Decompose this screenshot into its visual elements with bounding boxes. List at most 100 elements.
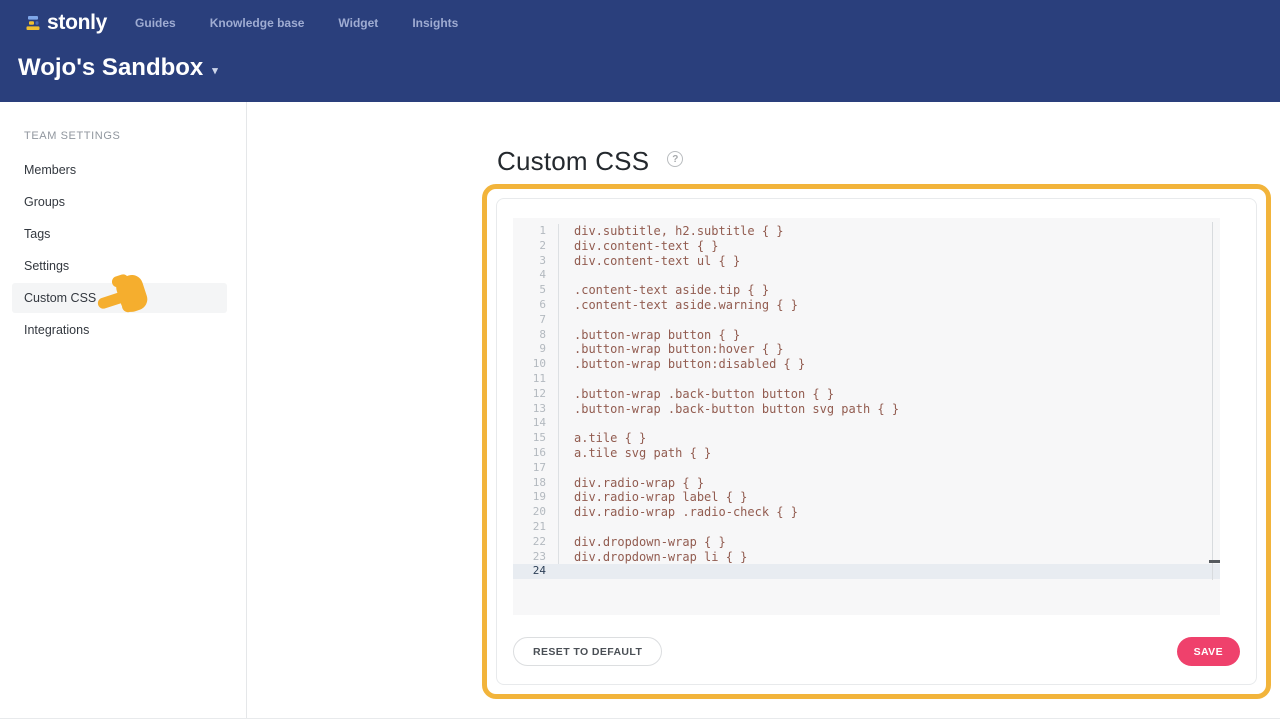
stonly-logo[interactable]: stonly bbox=[24, 11, 107, 35]
code-text bbox=[559, 564, 574, 579]
sidebar-item-label: Members bbox=[24, 163, 76, 177]
code-line[interactable]: 6 .content-text aside.warning { } bbox=[513, 298, 1220, 313]
line-number: 20 bbox=[513, 505, 559, 520]
code-line[interactable]: 24 bbox=[513, 564, 1220, 579]
line-number: 8 bbox=[513, 328, 559, 343]
line-number: 21 bbox=[513, 520, 559, 535]
code-line[interactable]: 18 div.radio-wrap { } bbox=[513, 476, 1220, 491]
code-text: a.tile { } bbox=[559, 431, 646, 446]
editor-footer: RESET TO DEFAULT SAVE bbox=[513, 637, 1240, 666]
code-line[interactable]: 3 div.content-text ul { } bbox=[513, 254, 1220, 269]
code-line[interactable]: 23 div.dropdown-wrap li { } bbox=[513, 550, 1220, 565]
nav-item[interactable]: Insights bbox=[412, 16, 458, 30]
nav-item[interactable]: Guides bbox=[135, 16, 176, 30]
code-line[interactable]: 5 .content-text aside.tip { } bbox=[513, 283, 1220, 298]
code-text bbox=[559, 268, 574, 283]
save-button[interactable]: SAVE bbox=[1177, 637, 1240, 666]
line-number: 24 bbox=[513, 564, 559, 579]
code-text: div.content-text { } bbox=[559, 239, 719, 254]
stonly-logo-icon bbox=[24, 15, 42, 31]
css-code-editor[interactable]: 1 div.subtitle, h2.subtitle { } 2 div.co… bbox=[513, 218, 1220, 615]
line-number: 3 bbox=[513, 254, 559, 269]
code-text: .button-wrap button:hover { } bbox=[559, 342, 784, 357]
code-line[interactable]: 8 .button-wrap button { } bbox=[513, 328, 1220, 343]
line-number: 16 bbox=[513, 446, 559, 461]
sidebar-item[interactable]: Members bbox=[12, 155, 227, 185]
page-title: Custom CSS bbox=[497, 146, 649, 177]
logo-text: stonly bbox=[47, 11, 107, 35]
code-line[interactable]: 12 .button-wrap .back-button button { } bbox=[513, 387, 1220, 402]
custom-css-card: 1 div.subtitle, h2.subtitle { } 2 div.co… bbox=[496, 198, 1257, 685]
code-line[interactable]: 22 div.dropdown-wrap { } bbox=[513, 535, 1220, 550]
code-text bbox=[559, 372, 574, 387]
code-text: div.dropdown-wrap li { } bbox=[559, 550, 747, 565]
code-text bbox=[559, 520, 574, 535]
code-line[interactable]: 20 div.radio-wrap .radio-check { } bbox=[513, 505, 1220, 520]
line-number: 5 bbox=[513, 283, 559, 298]
code-line[interactable]: 14 bbox=[513, 416, 1220, 431]
line-number: 15 bbox=[513, 431, 559, 446]
main-content: Custom CSS ? 1 div.subtitle, h2.subtitle… bbox=[247, 102, 1280, 718]
chevron-down-icon: ▾ bbox=[212, 64, 218, 77]
scrollbar-thumb[interactable] bbox=[1209, 560, 1220, 563]
line-number: 23 bbox=[513, 550, 559, 565]
line-number: 18 bbox=[513, 476, 559, 491]
code-text: div.radio-wrap { } bbox=[559, 476, 704, 491]
code-line[interactable]: 7 bbox=[513, 313, 1220, 328]
code-line[interactable]: 11 bbox=[513, 372, 1220, 387]
code-line[interactable]: 21 bbox=[513, 520, 1220, 535]
help-icon[interactable]: ? bbox=[667, 151, 683, 167]
sidebar-item[interactable]: Custom CSS bbox=[12, 283, 227, 313]
code-line[interactable]: 15 a.tile { } bbox=[513, 431, 1220, 446]
code-text: .content-text aside.tip { } bbox=[559, 283, 769, 298]
code-line[interactable]: 17 bbox=[513, 461, 1220, 476]
sidebar-item-label: Custom CSS bbox=[24, 291, 96, 305]
sidebar-item[interactable]: Groups bbox=[12, 187, 227, 217]
scrollbar-track[interactable] bbox=[1212, 222, 1213, 580]
line-number: 11 bbox=[513, 372, 559, 387]
line-number: 19 bbox=[513, 490, 559, 505]
line-number: 14 bbox=[513, 416, 559, 431]
line-number: 13 bbox=[513, 402, 559, 417]
code-line[interactable]: 10 .button-wrap button:disabled { } bbox=[513, 357, 1220, 372]
code-text: .button-wrap .back-button button svg pat… bbox=[559, 402, 899, 417]
code-text: .content-text aside.warning { } bbox=[559, 298, 798, 313]
sidebar-item-label: Integrations bbox=[24, 323, 89, 337]
workspace-switcher[interactable]: Wojo's Sandbox ▾ bbox=[18, 54, 218, 82]
code-line[interactable]: 13 .button-wrap .back-button button svg … bbox=[513, 402, 1220, 417]
code-text: div.subtitle, h2.subtitle { } bbox=[559, 224, 784, 239]
code-line[interactable]: 19 div.radio-wrap label { } bbox=[513, 490, 1220, 505]
main-nav: Guides Knowledge base Widget Insights bbox=[135, 16, 458, 30]
code-text: .button-wrap .back-button button { } bbox=[559, 387, 834, 402]
code-text: .button-wrap button { } bbox=[559, 328, 740, 343]
line-number: 6 bbox=[513, 298, 559, 313]
sidebar-items: Members Groups Tags Settings bbox=[0, 155, 246, 347]
code-line[interactable]: 1 div.subtitle, h2.subtitle { } bbox=[513, 224, 1220, 239]
nav-item[interactable]: Knowledge base bbox=[210, 16, 305, 30]
sidebar-item[interactable]: Settings bbox=[12, 251, 227, 281]
code-text bbox=[559, 416, 574, 431]
line-number: 7 bbox=[513, 313, 559, 328]
sidebar-item[interactable]: Integrations bbox=[12, 315, 227, 345]
code-line[interactable]: 4 bbox=[513, 268, 1220, 283]
workspace-name: Wojo's Sandbox bbox=[18, 54, 203, 82]
code-text: .button-wrap button:disabled { } bbox=[559, 357, 805, 372]
app-header: stonly Guides Knowledge base Widget Insi… bbox=[0, 0, 1280, 102]
annotation-highlight-box: 1 div.subtitle, h2.subtitle { } 2 div.co… bbox=[482, 184, 1271, 699]
code-text: div.dropdown-wrap { } bbox=[559, 535, 726, 550]
code-line[interactable]: 9 .button-wrap button:hover { } bbox=[513, 342, 1220, 357]
code-line[interactable]: 2 div.content-text { } bbox=[513, 239, 1220, 254]
code-text: div.radio-wrap label { } bbox=[559, 490, 747, 505]
line-number: 17 bbox=[513, 461, 559, 476]
line-number: 22 bbox=[513, 535, 559, 550]
reset-to-default-button[interactable]: RESET TO DEFAULT bbox=[513, 637, 662, 666]
code-text bbox=[559, 313, 574, 328]
sidebar-item[interactable]: Tags bbox=[12, 219, 227, 249]
line-number: 10 bbox=[513, 357, 559, 372]
line-number: 9 bbox=[513, 342, 559, 357]
code-text: div.radio-wrap .radio-check { } bbox=[559, 505, 798, 520]
line-number: 2 bbox=[513, 239, 559, 254]
nav-item[interactable]: Widget bbox=[338, 16, 378, 30]
sidebar-item-label: Settings bbox=[24, 259, 69, 273]
code-line[interactable]: 16 a.tile svg path { } bbox=[513, 446, 1220, 461]
